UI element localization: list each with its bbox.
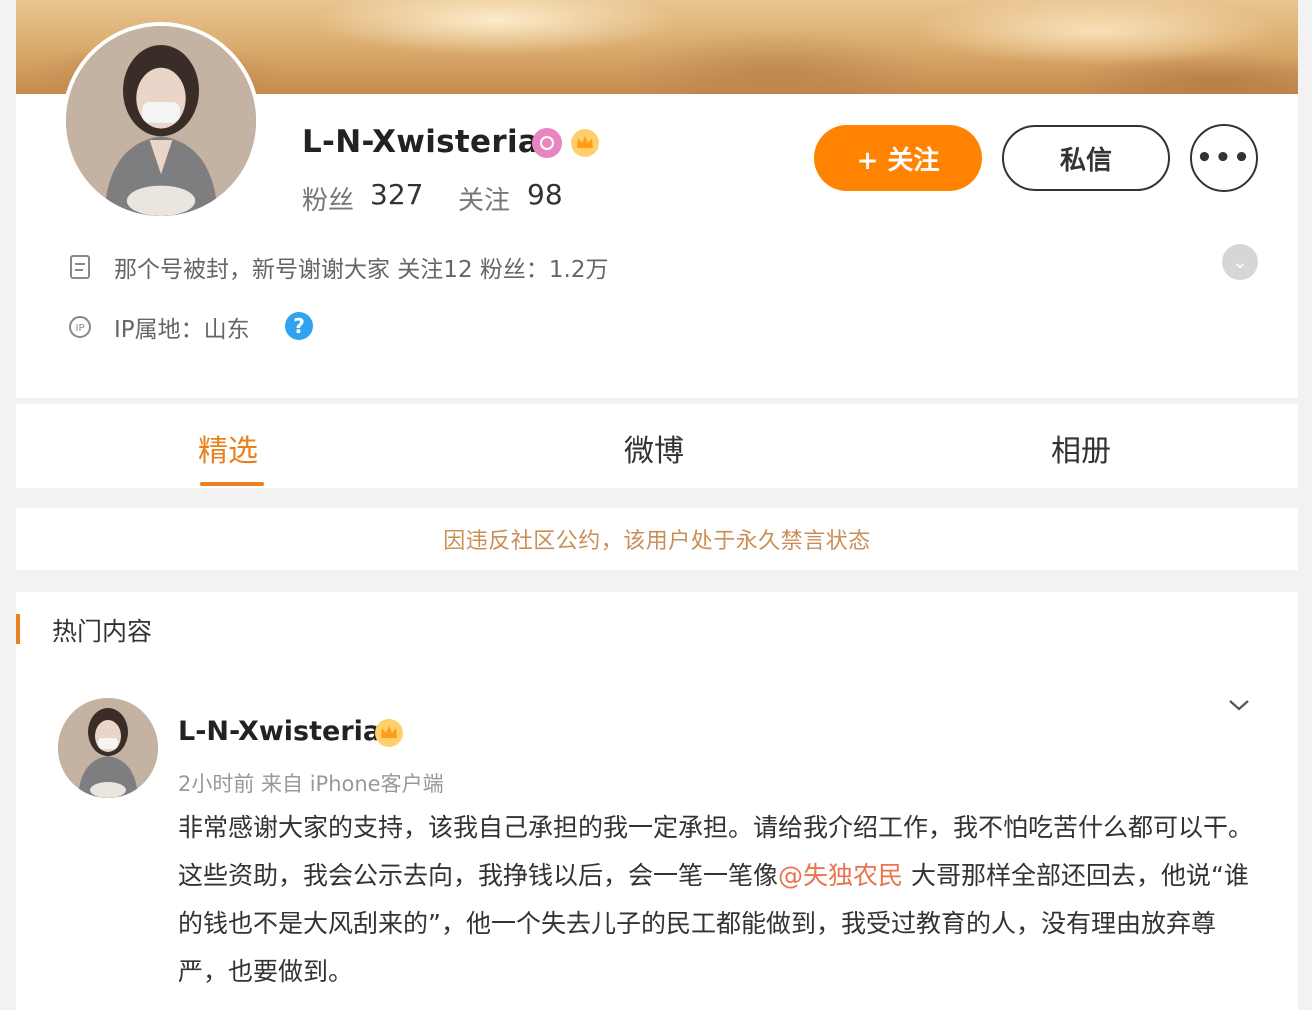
tab-weibo[interactable]: 微博 <box>624 426 684 470</box>
username: L-N-Xwisteria <box>302 124 540 160</box>
svg-text:IP: IP <box>76 323 85 334</box>
message-button[interactable]: 私信 <box>1002 125 1170 191</box>
vip-badge-icon[interactable] <box>532 128 562 158</box>
following-label[interactable]: 关注 <box>458 180 510 217</box>
bio-row: 那个号被封，新号谢谢大家 关注12 粉丝：1.2万 <box>66 250 608 284</box>
help-icon[interactable]: ? <box>285 312 313 340</box>
mention-link[interactable]: @失独农民 <box>778 861 903 890</box>
post-author[interactable]: L-N-Xwisteria <box>178 716 381 747</box>
ban-notice: 因违反社区公约，该用户处于永久禁言状态 <box>16 508 1298 570</box>
hot-content-section: 热门内容 L-N-Xwisteria 2小时前 来自 iPhone客户端 非常感… <box>16 592 1298 1010</box>
document-icon <box>66 253 94 281</box>
tab-bar: 精选 微博 相册 <box>16 404 1298 488</box>
expand-chevron-icon[interactable]: ⌄ <box>1222 244 1258 280</box>
post-menu-chevron-icon[interactable] <box>1224 690 1254 720</box>
ban-notice-text: 因违反社区公约，该用户处于永久禁言状态 <box>443 529 871 554</box>
followers-label[interactable]: 粉丝 <box>302 180 354 217</box>
crown-badge-icon[interactable] <box>374 718 404 748</box>
avatar[interactable] <box>62 22 260 220</box>
active-tab-indicator <box>200 482 264 486</box>
follow-button[interactable]: + 关注 <box>814 125 982 191</box>
ip-location-text: IP属地：山东 <box>114 317 250 343</box>
section-marker <box>16 614 20 644</box>
tab-featured[interactable]: 精选 <box>198 426 258 470</box>
section-title: 热门内容 <box>52 617 153 646</box>
bio-text: 那个号被封，新号谢谢大家 关注12 粉丝：1.2万 <box>114 257 609 283</box>
following-count[interactable]: 98 <box>527 178 563 211</box>
avatar-photo <box>66 26 256 216</box>
ip-icon: IP <box>66 313 94 341</box>
tab-album[interactable]: 相册 <box>1051 426 1111 470</box>
post-avatar-photo <box>58 698 158 798</box>
post-avatar[interactable] <box>58 698 158 798</box>
followers-count[interactable]: 327 <box>370 178 423 211</box>
post-body: 非常感谢大家的支持，该我自己承担的我一定承担。请给我介绍工作，我不怕吃苦什么都可… <box>178 804 1258 996</box>
more-options-button[interactable]: ••• <box>1190 124 1258 192</box>
post-meta: 2小时前 来自 iPhone客户端 <box>178 772 444 796</box>
crown-badge-icon[interactable] <box>570 128 600 158</box>
ip-row: IP IP属地：山东 <box>66 310 250 344</box>
